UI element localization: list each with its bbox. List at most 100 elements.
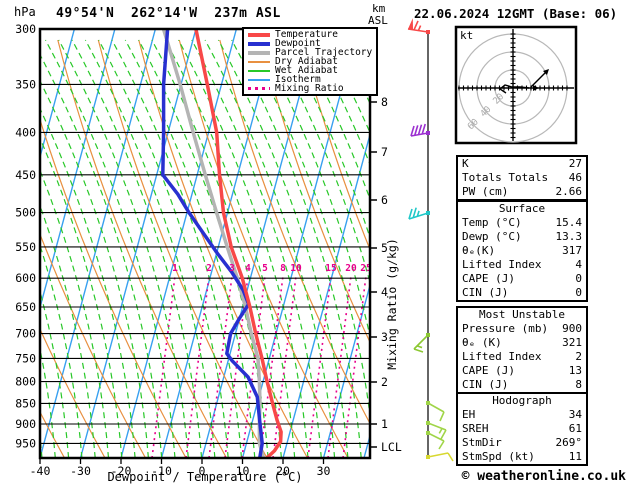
row-label: Totals Totals xyxy=(462,171,548,185)
row-label: K xyxy=(462,157,469,171)
svg-text:3: 3 xyxy=(229,263,235,274)
svg-text:500: 500 xyxy=(15,206,36,220)
svg-text:550: 550 xyxy=(15,240,36,254)
row-label: CAPE (J) xyxy=(462,272,515,286)
svg-text:400: 400 xyxy=(15,125,36,139)
table-row: SREH 61 xyxy=(458,422,586,436)
run-datetime: 22.06.2024 12GMT (Base: 06) xyxy=(414,6,617,21)
table-title: Surface xyxy=(458,202,586,216)
svg-text:8: 8 xyxy=(280,263,286,274)
table-row: K 27 xyxy=(458,157,586,171)
table-row: StmDir269° xyxy=(458,436,586,450)
row-value: 61 xyxy=(569,422,582,436)
table-row: Lifted Index 4 xyxy=(458,258,586,272)
svg-text:20: 20 xyxy=(345,263,357,274)
legend-item-mixing-ratio: Mixing Ratio xyxy=(248,84,376,93)
svg-text:450: 450 xyxy=(15,168,36,182)
pressure-axis-unit: hPa xyxy=(14,5,36,19)
table-row: StmSpd (kt) 11 xyxy=(458,450,586,464)
row-label: CIN (J) xyxy=(462,378,508,392)
legend-label: Mixing Ratio xyxy=(275,84,344,93)
table-row: CIN (J)0 xyxy=(458,286,586,300)
legend-swatch xyxy=(248,87,270,90)
chart-legend: TemperatureDewpointParcel TrajectoryDry … xyxy=(242,27,378,96)
svg-text:950: 950 xyxy=(15,436,36,450)
table-surface: SurfaceTemp (°C) 15.4 Dewp (°C) 13.3θₑ(K)31… xyxy=(456,200,588,302)
svg-text:300: 300 xyxy=(15,22,36,36)
row-value: 15.4 xyxy=(556,216,583,230)
svg-text:6: 6 xyxy=(381,193,388,207)
svg-text:750: 750 xyxy=(15,351,36,365)
table-row: Dewp (°C) 13.3 xyxy=(458,230,586,244)
row-label: Temp (°C) xyxy=(462,216,522,230)
table-title: Hodograph xyxy=(458,394,586,408)
pressure-tick-labels: 3003504004505005506006507007508008509009… xyxy=(15,22,36,450)
svg-text:350: 350 xyxy=(15,77,36,91)
legend-swatch xyxy=(248,70,270,72)
copyright-notice: © weatheronline.co.uk xyxy=(462,469,626,484)
row-label: StmDir xyxy=(462,436,502,450)
row-value: 0 xyxy=(575,286,582,300)
altitude-axis-unit-asl: ASL xyxy=(368,14,388,27)
svg-text:700: 700 xyxy=(15,327,36,341)
row-label: Lifted Index xyxy=(462,258,541,272)
table-indices: K 27 Totals Totals 46PW (cm)2.66 xyxy=(456,155,588,201)
table-row: CIN (J) 8 xyxy=(458,378,586,392)
table-row: CAPE (J) 13 xyxy=(458,364,586,378)
row-label: θₑ(K) xyxy=(462,244,495,258)
svg-text:600: 600 xyxy=(15,271,36,285)
table-hodograph: HodographEH 34 SREH 61StmDir269°StmSpd (kt)… xyxy=(456,392,588,466)
row-value: 46 xyxy=(569,171,582,185)
row-value: 27 xyxy=(569,157,582,171)
row-label: EH xyxy=(462,408,475,422)
x-axis-title: Dewpoint / Temperature (°C) xyxy=(40,470,370,484)
svg-text:2: 2 xyxy=(206,263,212,274)
table-row: PW (cm)2.66 xyxy=(458,185,586,199)
station-title: 49°54'N 262°14'W 237m ASL xyxy=(56,6,281,21)
row-value: 321 xyxy=(562,336,582,350)
legend-swatch xyxy=(248,79,270,81)
wind-barb-column xyxy=(408,18,453,461)
svg-text:850: 850 xyxy=(15,396,36,410)
row-value: 4 xyxy=(575,258,582,272)
svg-text:8: 8 xyxy=(381,95,388,109)
row-label: StmSpd (kt) xyxy=(462,450,535,464)
table-most-unstable: Most UnstablePressure (mb)900θₑ (K)321Li… xyxy=(456,306,588,394)
svg-text:1: 1 xyxy=(172,263,178,274)
row-label: θₑ (K) xyxy=(462,336,502,350)
svg-text:1: 1 xyxy=(381,417,388,431)
row-value: 11 xyxy=(569,450,582,464)
skewt-sounding-app: 1234581015202530035040045050055060065070… xyxy=(0,0,629,486)
row-label: PW (cm) xyxy=(462,185,508,199)
row-value: 34 xyxy=(569,408,582,422)
lcl-label: LCL xyxy=(381,440,402,454)
hodograph: 204060 xyxy=(456,27,576,143)
row-label: Lifted Index xyxy=(462,350,541,364)
table-row: θₑ(K)317 xyxy=(458,244,586,258)
row-value: 8 xyxy=(575,378,582,392)
row-value: 2 xyxy=(575,350,582,364)
svg-text:7: 7 xyxy=(381,145,388,159)
mixing-ratio-axis-title: Mixing Ratio (g/kg) xyxy=(385,224,399,384)
svg-text:4: 4 xyxy=(245,263,251,274)
wet-adiabat-lines xyxy=(0,40,494,458)
legend-swatch xyxy=(248,42,270,46)
table-row: Temp (°C) 15.4 xyxy=(458,216,586,230)
svg-text:10: 10 xyxy=(290,263,302,274)
table-row: CAPE (J) 0 xyxy=(458,272,586,286)
svg-text:650: 650 xyxy=(15,300,36,314)
row-label: SREH xyxy=(462,422,489,436)
mixing-ratio-labels: 12345810152025 xyxy=(172,263,372,274)
row-label: CAPE (J) xyxy=(462,364,515,378)
row-label: Pressure (mb) xyxy=(462,322,548,336)
table-row: Lifted Index 2 xyxy=(458,350,586,364)
table-row: θₑ (K) 321 xyxy=(458,336,586,350)
table-title: Most Unstable xyxy=(458,308,586,322)
row-value: 13.3 xyxy=(556,230,583,244)
table-row: Totals Totals 46 xyxy=(458,171,586,185)
row-value: 13 xyxy=(569,364,582,378)
svg-text:5: 5 xyxy=(262,263,268,274)
row-value: 0 xyxy=(575,272,582,286)
svg-text:800: 800 xyxy=(15,375,36,389)
row-label: Dewp (°C) xyxy=(462,230,522,244)
